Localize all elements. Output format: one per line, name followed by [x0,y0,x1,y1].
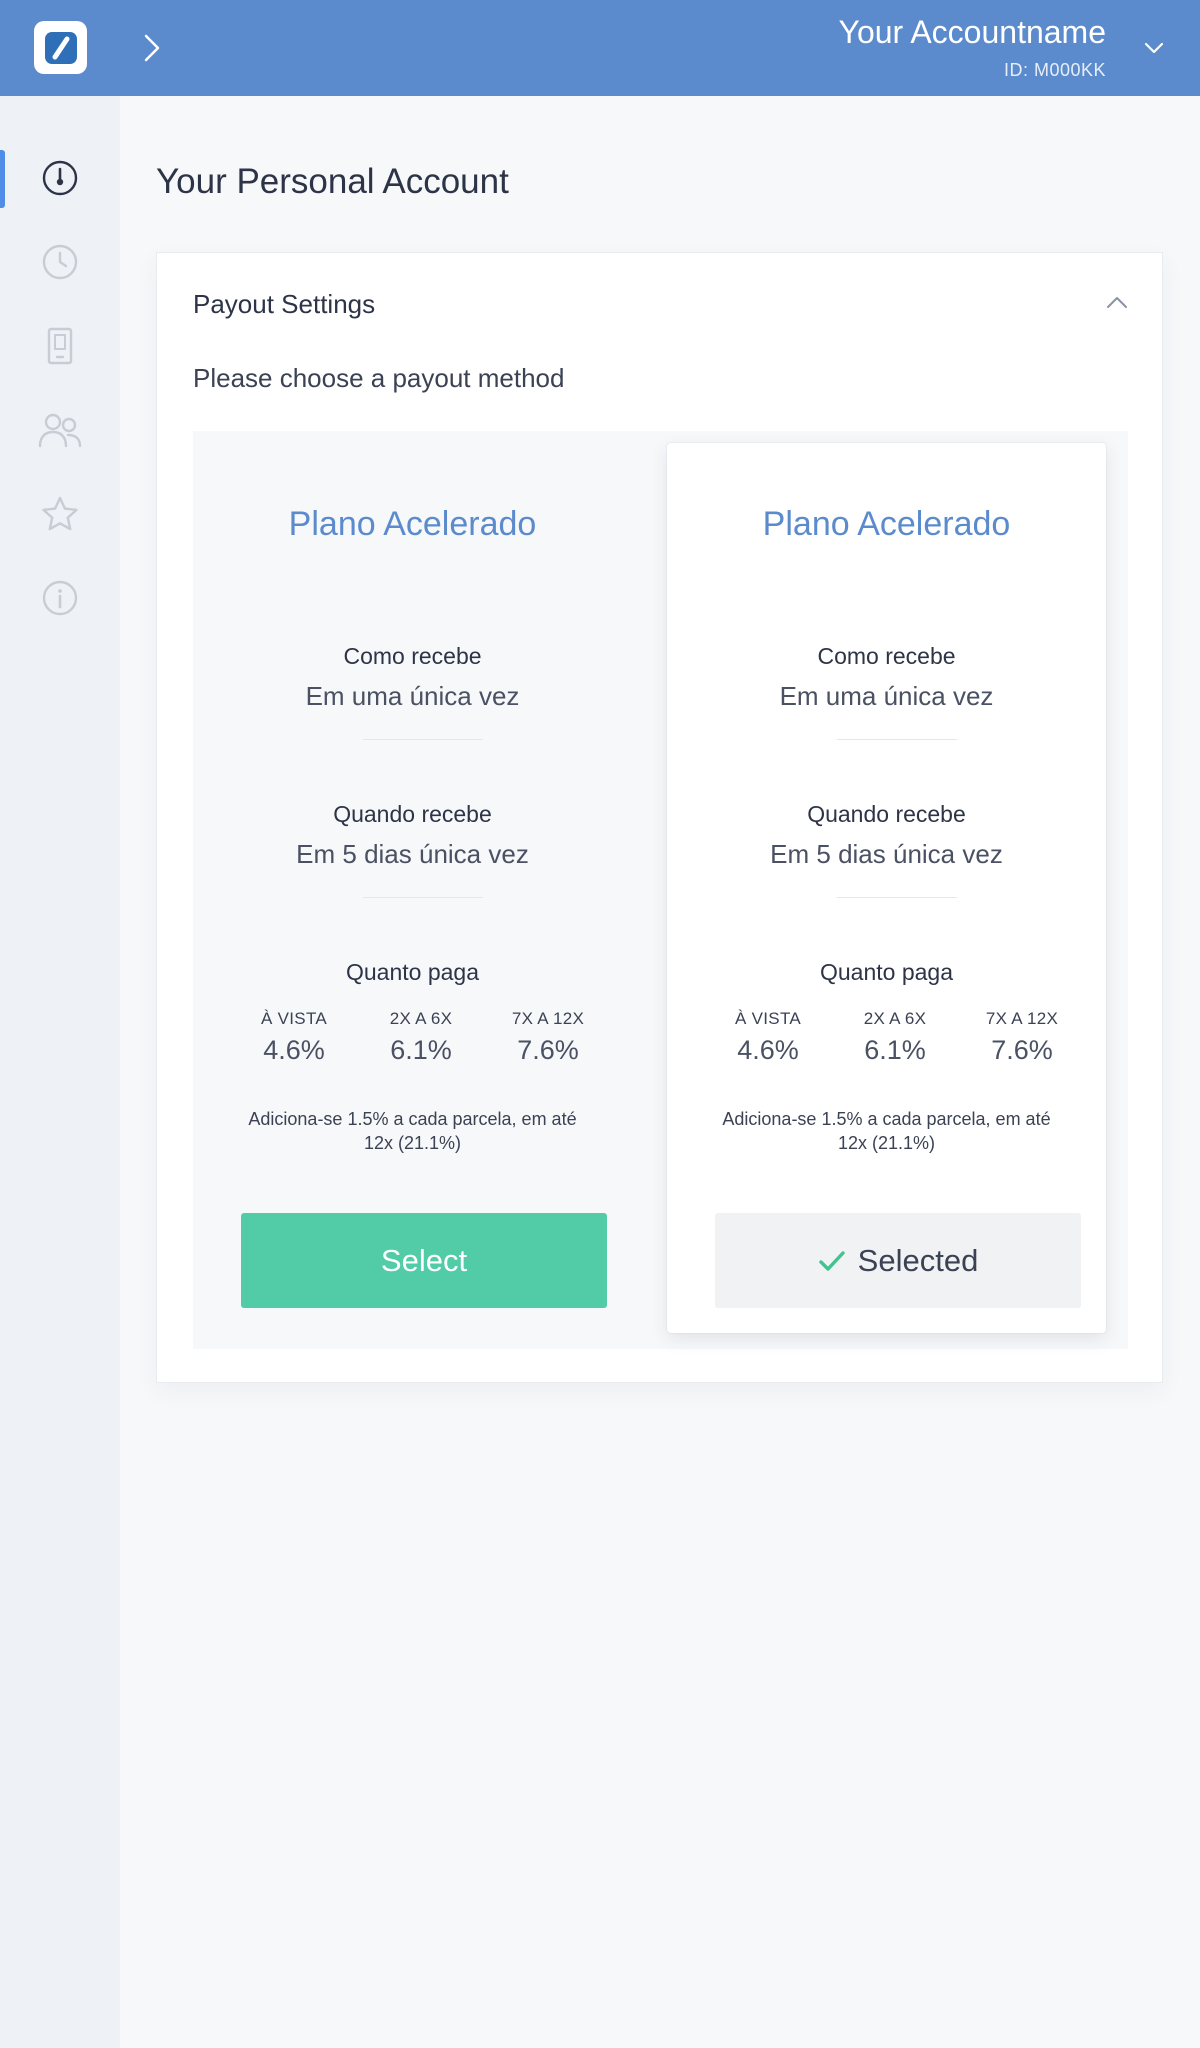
fee-note: Adiciona-se 1.5% a cada parcela, em até … [707,1107,1066,1155]
plan-name: Plano Acelerado [288,505,537,543]
how-label: Como recebe [343,643,482,669]
account-menu-button[interactable] [1142,36,1166,60]
fee-7x-12x: 7X A 12X 7.6% [493,1009,603,1066]
page-title: Your Personal Account [156,162,509,201]
dashboard-gauge-icon [42,160,78,196]
fee-2x-6x-label: 2X A 6X [863,1009,927,1028]
fee-2x-6x: 2X A 6X 6.1% [840,1009,950,1066]
sidebar-item-history[interactable] [0,230,120,294]
fee-7x-12x: 7X A 12X 7.6% [967,1009,1077,1066]
account-name[interactable]: Your Accountname [839,14,1106,51]
chevron-right-icon [144,34,160,62]
selected-plan-button[interactable]: Selected [715,1213,1081,1308]
chevron-up-icon [1107,297,1127,308]
fee-2x-6x-label: 2X A 6X [389,1009,453,1028]
divider [363,739,483,740]
how-value: Em uma única vez [779,681,994,711]
plans-area: Plano Acelerado Como recebe Em uma única… [193,431,1128,1349]
star-icon [42,496,78,531]
plan-card-selected: Plano Acelerado Como recebe Em uma única… [667,443,1106,1333]
divider [837,897,957,898]
clock-icon [42,244,78,280]
fee-note: Adiciona-se 1.5% a cada parcela, em até … [233,1107,592,1155]
sidebar [0,96,120,2048]
fee-7x-12x-label: 7X A 12X [985,1009,1059,1028]
how-value: Em uma única vez [305,681,520,711]
plan-name: Plano Acelerado [762,505,1011,543]
fee-note-line-1: Adiciona-se 1.5% a cada parcela, em até [722,1109,1051,1129]
account-id: ID: M000KK [1003,60,1106,80]
fee-cash-label: À VISTA [734,1009,802,1028]
sidebar-item-dashboard[interactable] [0,146,120,210]
fees-label: Quanto paga [345,959,479,985]
users-icon [38,413,82,448]
brand-logo[interactable] [34,21,87,74]
info-icon [42,580,78,616]
selected-button-label: Selected [857,1242,979,1278]
fee-7x-12x-value: 7.6% [517,1035,579,1065]
plan-card: Plano Acelerado Como recebe Em uma única… [193,443,632,1333]
expand-sidebar-button[interactable] [140,32,164,64]
panel-subtitle: Please choose a payout method [193,363,565,393]
check-icon [818,1249,846,1273]
fee-note-line-2: 12x (21.1%) [837,1133,936,1153]
fee-note-line-1: Adiciona-se 1.5% a cada parcela, em até [248,1109,577,1129]
sidebar-item-devices[interactable] [0,314,120,378]
when-label: Quando recebe [807,801,966,827]
fee-2x-6x-value: 6.1% [864,1035,926,1065]
chevron-down-icon [1144,42,1164,54]
fee-cash: À VISTA 4.6% [713,1009,823,1066]
top-bar: Your Accountname ID: M000KK [0,0,1200,96]
device-icon [47,327,73,365]
payout-settings-panel: Payout Settings Please choose a payout m… [156,252,1163,1383]
fee-2x-6x-value: 6.1% [390,1035,452,1065]
brand-s-logo-icon [44,31,77,64]
divider [363,897,483,898]
divider [837,739,957,740]
fee-cash-value: 4.6% [263,1035,325,1065]
sidebar-item-users[interactable] [0,398,120,462]
how-label: Como recebe [817,643,956,669]
sidebar-item-info[interactable] [0,566,120,630]
fee-2x-6x: 2X A 6X 6.1% [366,1009,476,1066]
fee-7x-12x-value: 7.6% [991,1035,1053,1065]
fees-label: Quanto paga [819,959,953,985]
fee-note-line-2: 12x (21.1%) [363,1133,462,1153]
sidebar-item-favorites[interactable] [0,482,120,546]
collapse-panel-button[interactable] [1102,287,1132,317]
panel-title: Payout Settings [193,289,376,319]
when-label: Quando recebe [333,801,492,827]
select-plan-button[interactable]: Select [241,1213,607,1308]
when-value: Em 5 dias única vez [296,839,529,869]
when-value: Em 5 dias única vez [770,839,1003,869]
fee-cash-label: À VISTA [260,1009,328,1028]
fee-7x-12x-label: 7X A 12X [511,1009,585,1028]
fee-cash: À VISTA 4.6% [239,1009,349,1066]
select-button-label: Select [380,1242,468,1278]
fee-cash-value: 4.6% [737,1035,799,1065]
